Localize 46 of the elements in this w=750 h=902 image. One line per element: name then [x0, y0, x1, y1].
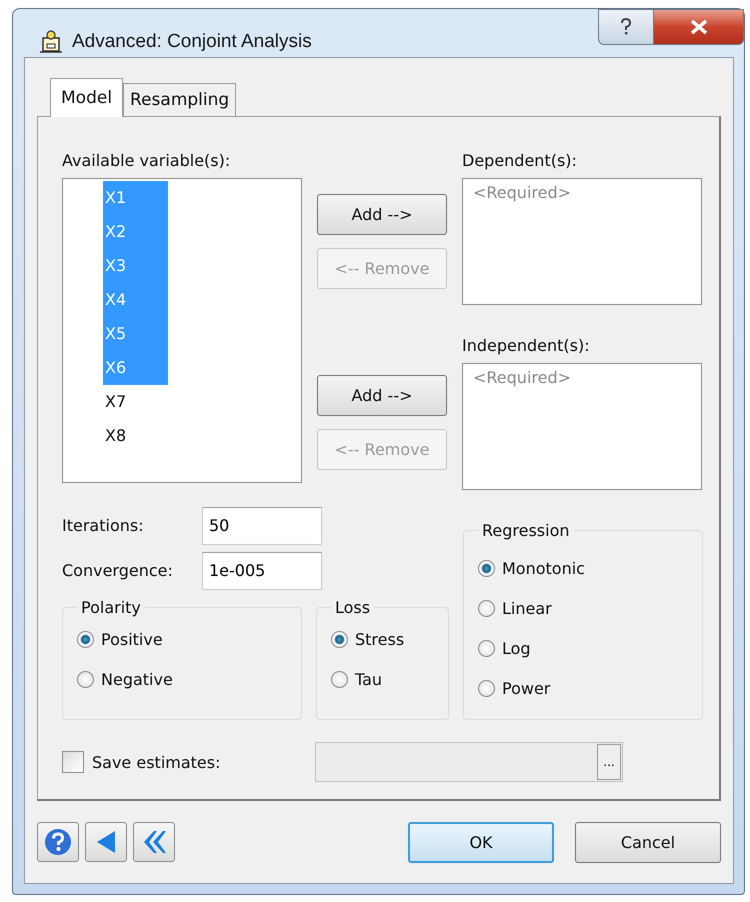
- cancel-button[interactable]: Cancel: [575, 822, 721, 862]
- radio-button[interactable]: [478, 640, 495, 656]
- available-variables-list[interactable]: X1 X2 X3 X4 X5 X6 X7 X8: [62, 178, 302, 483]
- iterations-field[interactable]: 50: [202, 506, 322, 544]
- list-item[interactable]: X8: [103, 419, 168, 453]
- radio-button[interactable]: [77, 670, 94, 688]
- convergence-label: Convergence:: [62, 561, 174, 580]
- list-item[interactable]: X7: [103, 385, 168, 419]
- option-label: Negative: [101, 670, 173, 688]
- add-button[interactable]: Add -->: [317, 194, 447, 235]
- tab[interactable]: Resampling: [123, 83, 236, 116]
- iterations-label: Iterations:: [62, 516, 145, 535]
- radio-button[interactable]: [478, 600, 495, 616]
- close-icon: [688, 19, 708, 35]
- close-button[interactable]: [654, 9, 744, 45]
- window-title: Advanced: Conjoint Analysis: [72, 31, 312, 53]
- checkbox[interactable]: [62, 751, 84, 773]
- convergence-field[interactable]: 1e-005: [202, 552, 322, 590]
- help-button[interactable]: [598, 9, 654, 45]
- radio-button[interactable]: [478, 680, 495, 696]
- option-label: Stress: [355, 630, 404, 648]
- tab[interactable]: Model: [50, 78, 124, 117]
- save-estimates-label: Save estimates:: [92, 752, 220, 772]
- placeholder-text: <Required>: [473, 368, 572, 387]
- option-label: Power: [502, 678, 550, 698]
- option-label: Linear: [502, 598, 552, 618]
- add-button[interactable]: Add -->: [317, 375, 447, 416]
- radio-button[interactable]: [331, 630, 348, 648]
- question-mark-icon: [619, 17, 633, 37]
- placeholder-text: <Required>: [473, 183, 572, 202]
- option-label: Tau: [355, 670, 382, 688]
- help-button[interactable]: [37, 822, 79, 862]
- robot-icon: [38, 29, 64, 55]
- option-label: Monotonic: [502, 558, 585, 578]
- option-label: Positive: [101, 630, 163, 648]
- available-variables-label: Available variable(s):: [62, 150, 232, 172]
- ok-button[interactable]: OK: [408, 822, 554, 862]
- option-label: Log: [502, 638, 531, 658]
- radio-button[interactable]: [77, 630, 94, 648]
- radio-button[interactable]: [478, 560, 495, 576]
- group-title: Loss: [334, 598, 372, 617]
- independents-label: Independent(s):: [462, 335, 591, 357]
- group-title: Polarity: [80, 598, 142, 617]
- group-title: Regression: [481, 521, 571, 540]
- dependents-label: Dependent(s):: [462, 150, 578, 172]
- radio-button[interactable]: [331, 670, 348, 688]
